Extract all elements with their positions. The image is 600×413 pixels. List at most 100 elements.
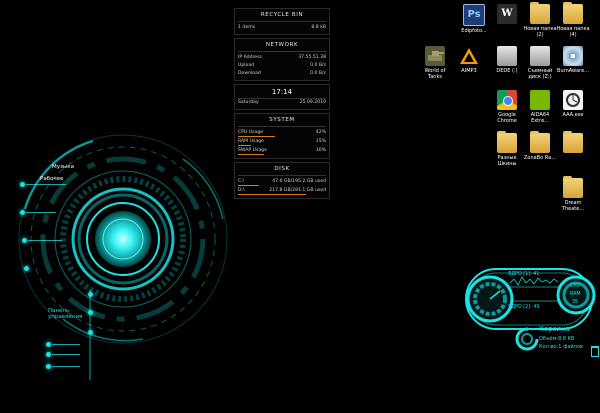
system-row-label: CPU Usage [238,130,264,135]
desktop-icon-label: AIDA64 Extre... [530,112,550,124]
system-section: SYSTEM CPU Usage 42% RAM Usage 15% SWAP … [234,113,330,159]
disk-row-label: D:\ [238,188,245,193]
hud-node[interactable] [88,292,93,297]
network-row: IP Address 37.55.51.38 [238,54,326,62]
desktop-icon[interactable]: ZonaBo Ra... [523,131,557,161]
desktop-icon[interactable]: Съемный диск (Z:) [523,46,557,80]
desktop-icon[interactable]: DEDE (:) [490,46,524,74]
ram-value: 35 [572,300,579,305]
folder-icon [563,2,583,24]
hud-label-desktop[interactable]: Рабочее [40,176,63,182]
pw-icon: W [497,4,517,24]
hud-connector [26,212,56,213]
tank-icon [425,46,445,66]
recycle-widget-size: Объём:8.8 KB [539,336,575,342]
desktop-icon[interactable]: W [490,4,524,26]
recycle-bin-title: RECYCLE BIN [238,10,326,22]
disk-section: DISK C:\ 47.6 GB/195.2 GB used D:\ 217.8… [234,162,330,199]
hud-connector [26,184,66,185]
chrome-icon [497,90,517,110]
disk-title: DISK [238,164,326,176]
doc-icon [563,90,583,110]
desktop-icon-label: Google Chrome [497,112,517,124]
clock-day: Saturday [238,100,259,105]
clock-date: 25.09.2010 [299,100,326,105]
network-row: Upload 0.0 B/s [238,62,326,70]
network-row-value: 0.0 B/s [310,63,326,68]
recycle-widget-title: Корзина [539,325,570,333]
desktop-icon[interactable]: Разные Шкины [490,131,524,167]
system-row-value: 30% [315,148,326,153]
desktop-icon-label: ZonaBo Ra... [524,155,556,161]
desktop-icon-label: DEDE (:) [496,68,518,74]
hud-rings [18,134,228,380]
hud-node[interactable] [46,364,51,369]
dvd-icon [563,46,583,66]
folder-icon [530,2,550,24]
ram-label: RAM [570,292,581,297]
network-row-value: 0.0 B/s [310,71,326,76]
disk-row-label: C:\ [238,179,245,184]
hud-node[interactable] [88,330,93,335]
desktop-icon[interactable]: Новая папка (4) [556,2,590,38]
hud-node[interactable] [46,352,51,357]
recycle-bin-section: RECYCLE BIN 1 items 8.8 kB [234,8,330,35]
hud-node[interactable] [88,310,93,315]
folder-icon [563,176,583,198]
desktop-icon-label: AIMP3 [461,68,477,74]
network-row: Download 0.0 B/s [238,70,326,78]
desktop-icon-label: BurnAware... [557,68,589,74]
desktop-icon[interactable]: Ps Edipfoto... [457,4,491,34]
hud-node[interactable] [20,182,25,187]
desktop-icon-label: Dream Theate... [561,200,585,212]
hud-label-music[interactable]: Музыка [52,164,74,170]
core1-readout: ЯДРО [1]: 41 [508,272,540,277]
hud-node[interactable] [20,210,25,215]
system-title: SYSTEM [238,115,326,127]
desktop-icon[interactable]: BurnAware... [556,46,590,74]
disk-icon [497,46,517,66]
desktop-icon[interactable]: World of Tanks [418,46,452,80]
desktop-icon[interactable]: Новая папка (2) [523,2,557,38]
clock-section: 17:14 Saturday 25.09.2010 [234,84,330,110]
system-row-value: 42% [315,130,326,135]
network-row-label: Upload [238,63,255,68]
desktop-icon-label: AAA.exe [562,112,584,118]
hud-node[interactable] [24,266,29,271]
folder-icon [563,131,583,153]
recycle-items-label: 1 items [238,25,256,30]
clock-time: 17:14 [238,86,326,99]
hud-label-control-panel[interactable]: Панель управления [48,308,84,320]
recycle-widget[interactable]: Корзина Объём:8.8 KB Кол-во:1 файлов [515,322,600,360]
recycle-bin-row[interactable]: 1 items 8.8 kB [238,24,326,32]
system-row: CPU Usage 42% [238,129,326,137]
hud-connector [52,344,80,345]
system-monitor-panel: RECYCLE BIN 1 items 8.8 kB NETWORK IP Ad… [234,8,330,202]
recycle-ring-icon [515,327,539,351]
network-row-value: 37.55.51.38 [298,55,326,60]
desktop-icon-label: Edipfoto... [461,28,487,34]
recycle-items-size: 8.8 kB [311,25,326,30]
desktop-icon[interactable]: Dream Theate... [556,176,590,212]
trash-icon[interactable] [591,346,599,357]
system-row-label: RAM Usage [238,139,264,144]
hud-node[interactable] [46,342,51,347]
hud-connector [28,240,62,241]
ps-icon: Ps [463,4,485,26]
hud-node[interactable] [22,238,27,243]
desktop-icon-label: Новая папка (4) [556,26,590,38]
desktop-icon[interactable]: AIDA64 Extre... [523,90,557,124]
aimp-icon [459,46,479,66]
desktop-icon-label: Разные Шкины [497,155,517,167]
desktop-icon-label: Съемный диск (Z:) [527,68,553,80]
desktop-icon[interactable]: AAA.exe [556,90,590,118]
system-row: RAM Usage 15% [238,138,326,146]
core2-readout: ЯДРО [2]: 49 [508,305,540,310]
eye-icon [530,90,550,110]
system-row-value: 15% [315,139,326,144]
desktop-icon[interactable]: Google Chrome [490,90,524,124]
system-row: SWAP Usage 30% [238,147,326,155]
desktop-icon-label: Новая папка (2) [523,26,557,38]
desktop-icon[interactable] [556,131,590,155]
desktop-icon[interactable]: AIMP3 [452,46,486,74]
